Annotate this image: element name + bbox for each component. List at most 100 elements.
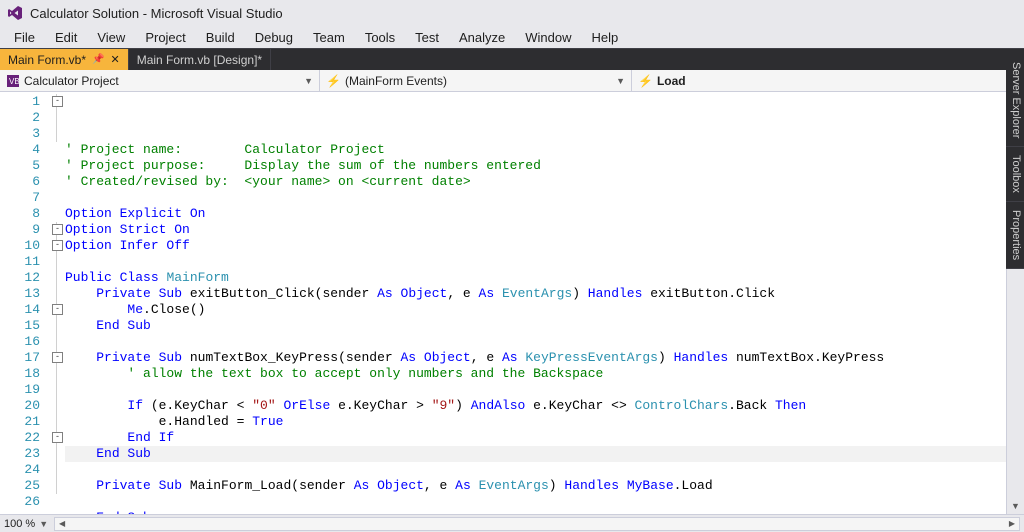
line-number-gutter: 1234567891011121314151617181920212223242… — [0, 92, 50, 514]
menu-item-edit[interactable]: Edit — [45, 28, 87, 47]
code-line[interactable]: End Sub — [65, 318, 1006, 334]
line-number: 10 — [0, 238, 50, 254]
line-number: 15 — [0, 318, 50, 334]
line-number: 19 — [0, 382, 50, 398]
menu-item-window[interactable]: Window — [515, 28, 581, 47]
code-line[interactable]: End Sub — [65, 510, 1006, 514]
navigation-bar: VB Calculator Project ▼ ⚡ (MainForm Even… — [0, 70, 1024, 92]
line-number: 20 — [0, 398, 50, 414]
code-line[interactable]: e.Handled = True — [65, 414, 1006, 430]
outline-guide — [56, 286, 65, 302]
menu-item-build[interactable]: Build — [196, 28, 245, 47]
collapse-toggle-icon[interactable] — [56, 430, 65, 446]
side-tab-toolbox[interactable]: Toolbox — [1006, 147, 1024, 202]
outline-guide — [56, 110, 65, 126]
menu-item-file[interactable]: File — [4, 28, 45, 47]
collapse-toggle-icon[interactable] — [56, 222, 65, 238]
scroll-right-arrow-icon[interactable]: ▶ — [1005, 518, 1019, 530]
outline-guide — [56, 462, 65, 478]
code-line[interactable]: If (e.KeyChar < "0" OrElse e.KeyChar > "… — [65, 398, 1006, 414]
code-line[interactable]: Private Sub MainForm_Load(sender As Obje… — [65, 478, 1006, 494]
project-dropdown-label: Calculator Project — [24, 74, 119, 88]
collapse-toggle-icon[interactable] — [56, 94, 65, 110]
code-line[interactable]: End If — [65, 430, 1006, 446]
outline-guide — [56, 334, 65, 350]
scroll-down-arrow-icon[interactable]: ▼ — [1007, 498, 1024, 514]
chevron-down-icon: ▼ — [616, 76, 625, 86]
code-line[interactable]: Me.Close() — [65, 302, 1006, 318]
menu-item-debug[interactable]: Debug — [245, 28, 303, 47]
side-tab-server-explorer[interactable]: Server Explorer — [1006, 54, 1024, 147]
menu-item-project[interactable]: Project — [135, 28, 195, 47]
code-line[interactable]: Private Sub numTextBox_KeyPress(sender A… — [65, 350, 1006, 366]
line-number: 4 — [0, 142, 50, 158]
line-number: 25 — [0, 478, 50, 494]
code-line[interactable] — [65, 382, 1006, 398]
outline-guide — [56, 190, 65, 206]
code-line[interactable]: Option Explicit On — [65, 206, 1006, 222]
code-line[interactable]: Private Sub exitButton_Click(sender As O… — [65, 286, 1006, 302]
code-line[interactable] — [65, 334, 1006, 350]
menu-bar: FileEditViewProjectBuildDebugTeamToolsTe… — [0, 26, 1024, 48]
collapse-toggle-icon[interactable] — [56, 350, 65, 366]
line-number: 23 — [0, 446, 50, 462]
line-number: 1 — [0, 94, 50, 110]
outline-guide — [56, 414, 65, 430]
document-tab[interactable]: Main Form.vb* 📌 ✕ — [0, 49, 129, 70]
tab-label: Main Form.vb [Design]* — [137, 53, 262, 67]
menu-item-view[interactable]: View — [87, 28, 135, 47]
code-line[interactable]: ' Project purpose: Display the sum of th… — [65, 158, 1006, 174]
code-line[interactable]: ' Created/revised by: <your name> on <cu… — [65, 174, 1006, 190]
side-tab-properties[interactable]: Properties — [1006, 202, 1024, 269]
code-area[interactable]: ' Project name: Calculator Project' Proj… — [65, 92, 1006, 514]
horizontal-scrollbar[interactable]: ◀ ▶ — [54, 517, 1020, 531]
outlining-margin[interactable] — [50, 92, 65, 514]
line-number: 21 — [0, 414, 50, 430]
project-dropdown[interactable]: VB Calculator Project ▼ — [0, 70, 320, 91]
zoom-level[interactable]: 100 % — [4, 518, 35, 530]
pin-icon[interactable]: 📌 — [92, 54, 104, 65]
code-line[interactable] — [65, 190, 1006, 206]
chevron-down-icon[interactable]: ▼ — [39, 519, 48, 529]
method-dropdown[interactable]: ⚡ Load ▼ — [632, 70, 1024, 91]
code-line[interactable]: Public Class MainForm — [65, 270, 1006, 286]
outline-guide — [56, 494, 65, 510]
line-number: 16 — [0, 334, 50, 350]
line-number: 2 — [0, 110, 50, 126]
scroll-left-arrow-icon[interactable]: ◀ — [55, 518, 69, 530]
class-dropdown[interactable]: ⚡ (MainForm Events) ▼ — [320, 70, 632, 91]
code-line[interactable]: ' allow the text box to accept only numb… — [65, 366, 1006, 382]
line-number: 13 — [0, 286, 50, 302]
collapse-toggle-icon[interactable] — [56, 302, 65, 318]
code-line[interactable]: Option Strict On — [65, 222, 1006, 238]
collapse-toggle-icon[interactable] — [56, 238, 65, 254]
menu-item-test[interactable]: Test — [405, 28, 449, 47]
line-number: 24 — [0, 462, 50, 478]
code-line[interactable] — [65, 462, 1006, 478]
line-number: 26 — [0, 494, 50, 510]
document-tab[interactable]: Main Form.vb [Design]* — [129, 49, 271, 70]
editor-status-bar: 100 % ▼ ◀ ▶ — [0, 514, 1024, 532]
menu-item-team[interactable]: Team — [303, 28, 355, 47]
menu-item-help[interactable]: Help — [582, 28, 629, 47]
tab-label: Main Form.vb* — [8, 53, 86, 67]
outline-guide — [56, 398, 65, 414]
close-icon[interactable]: ✕ — [110, 53, 119, 66]
outline-guide — [56, 142, 65, 158]
menu-item-analyze[interactable]: Analyze — [449, 28, 515, 47]
outline-guide — [56, 174, 65, 190]
document-tabs: Main Form.vb* 📌 ✕ Main Form.vb [Design]* — [0, 48, 1024, 70]
menu-item-tools[interactable]: Tools — [355, 28, 405, 47]
outline-guide — [56, 446, 65, 462]
line-number: 8 — [0, 206, 50, 222]
lightning-icon: ⚡ — [326, 74, 341, 88]
code-line[interactable]: End Sub — [65, 446, 1006, 462]
code-line[interactable] — [65, 494, 1006, 510]
line-number: 18 — [0, 366, 50, 382]
code-line[interactable]: ' Project name: Calculator Project — [65, 142, 1006, 158]
visual-studio-logo-icon — [6, 4, 24, 22]
code-line[interactable]: Option Infer Off — [65, 238, 1006, 254]
chevron-down-icon: ▼ — [304, 76, 313, 86]
code-editor[interactable]: 1234567891011121314151617181920212223242… — [0, 92, 1006, 514]
code-line[interactable] — [65, 254, 1006, 270]
